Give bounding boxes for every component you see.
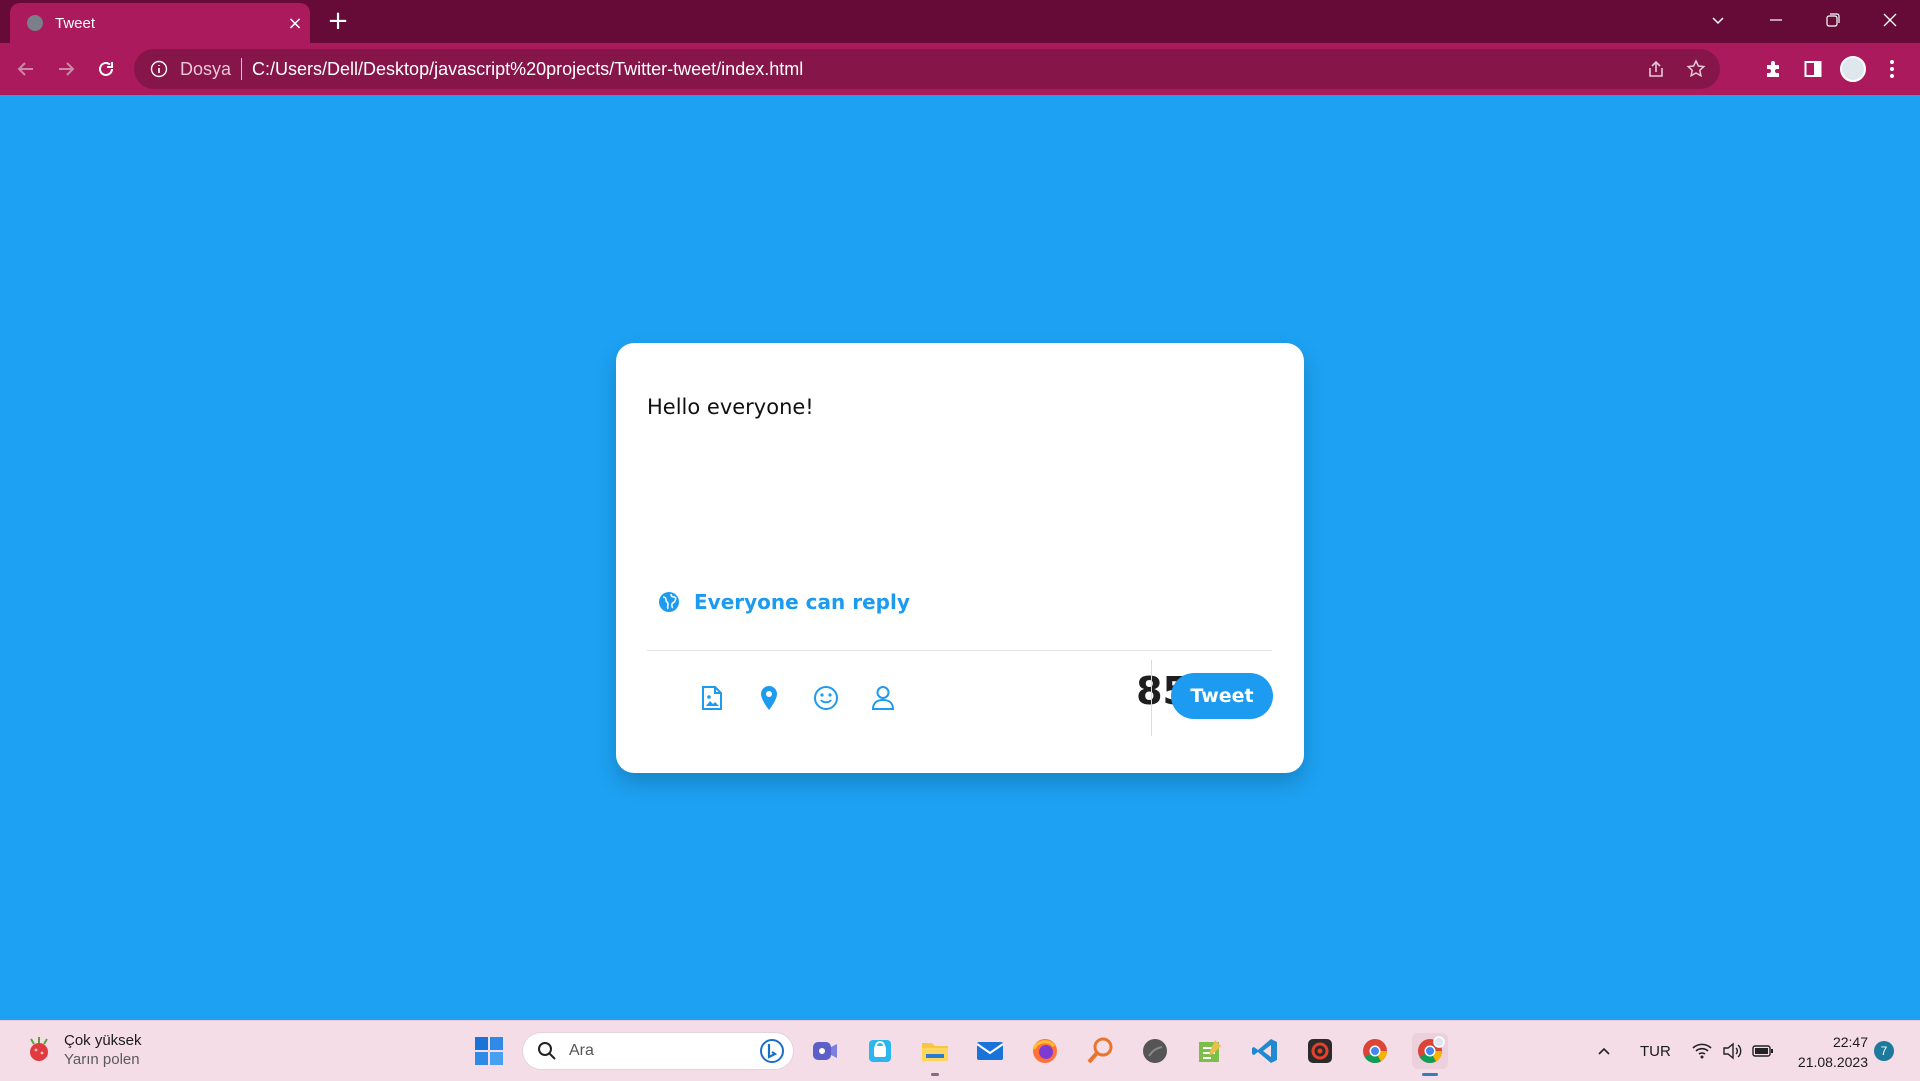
avatar bbox=[1840, 56, 1866, 82]
bing-chat-icon[interactable] bbox=[759, 1038, 785, 1064]
new-tab-button[interactable]: + bbox=[323, 6, 353, 36]
info-icon[interactable] bbox=[150, 60, 168, 78]
reply-setting-label: Everyone can reply bbox=[694, 590, 910, 614]
chrome-profile-active-icon[interactable] bbox=[1412, 1033, 1448, 1069]
share-icon[interactable] bbox=[1636, 49, 1676, 89]
taskbar-search-input[interactable]: Ara bbox=[522, 1032, 794, 1070]
tab-strip: Tweet × + bbox=[0, 0, 1920, 43]
tray-overflow-chevron-icon[interactable] bbox=[1596, 1021, 1612, 1081]
browser-menu-icon[interactable] bbox=[1874, 51, 1910, 87]
forward-arrow-icon[interactable] bbox=[48, 51, 84, 87]
battery-icon[interactable] bbox=[1752, 1021, 1774, 1081]
browser-toolbar: Dosya C:/Users/Dell/Desktop/javascript%2… bbox=[0, 43, 1920, 95]
tab-title: Tweet bbox=[55, 14, 96, 32]
address-url[interactable]: C:/Users/Dell/Desktop/javascript%20proje… bbox=[252, 59, 1636, 80]
side-panel-icon[interactable] bbox=[1795, 51, 1831, 87]
counter-divider bbox=[1151, 660, 1152, 736]
restore-icon[interactable] bbox=[1805, 0, 1861, 40]
minimize-icon[interactable] bbox=[1748, 0, 1804, 40]
notification-badge[interactable]: 7 bbox=[1874, 1041, 1894, 1061]
reload-icon[interactable] bbox=[88, 51, 124, 87]
wifi-icon[interactable] bbox=[1692, 1021, 1712, 1081]
extensions-puzzle-icon[interactable] bbox=[1755, 51, 1791, 87]
globe-icon bbox=[659, 592, 679, 612]
tweet-text-input[interactable]: Hello everyone! bbox=[647, 395, 1267, 545]
weather-widget[interactable]: Çok yüksek Yarın polen bbox=[24, 1031, 142, 1069]
globe-favicon-icon bbox=[27, 15, 43, 31]
vscode-icon[interactable] bbox=[1247, 1033, 1283, 1069]
composer-divider bbox=[647, 650, 1272, 651]
tweet-composer-card: Hello everyone! Everyone can reply 85 Tw… bbox=[616, 343, 1304, 773]
back-arrow-icon[interactable] bbox=[8, 51, 44, 87]
search-placeholder: Ara bbox=[569, 1042, 594, 1059]
explorer-running-indicator bbox=[931, 1073, 939, 1076]
chrome-running-indicator bbox=[1422, 1073, 1438, 1076]
address-bar[interactable]: Dosya C:/Users/Dell/Desktop/javascript%2… bbox=[134, 49, 1720, 89]
language-indicator[interactable]: TUR bbox=[1640, 1021, 1671, 1081]
address-scheme-label: Dosya bbox=[180, 58, 232, 79]
volume-icon[interactable] bbox=[1722, 1021, 1742, 1081]
pollen-flower-icon bbox=[30, 1037, 48, 1061]
file-explorer-icon[interactable] bbox=[917, 1033, 953, 1069]
start-windows-icon[interactable] bbox=[471, 1033, 507, 1069]
weather-subtitle: Yarın polen bbox=[64, 1051, 140, 1068]
profile-avatar[interactable] bbox=[1835, 51, 1871, 87]
location-icon[interactable] bbox=[752, 681, 786, 715]
chrome-icon[interactable] bbox=[1357, 1033, 1393, 1069]
browser-tab-active[interactable]: Tweet × bbox=[10, 3, 310, 43]
teams-chat-icon[interactable] bbox=[807, 1033, 843, 1069]
clock-date: 21.08.2023 bbox=[1797, 1054, 1868, 1070]
search-icon bbox=[538, 1042, 556, 1060]
weather-title: Çok yüksek bbox=[64, 1032, 142, 1049]
tweet-button[interactable]: Tweet bbox=[1171, 673, 1273, 719]
tab-search-chevron-icon[interactable] bbox=[1690, 0, 1746, 40]
close-window-icon[interactable] bbox=[1862, 0, 1918, 40]
mail-icon[interactable] bbox=[972, 1033, 1008, 1069]
gray-circle-app-icon[interactable] bbox=[1137, 1033, 1173, 1069]
taskbar-clock[interactable]: 22:47 21.08.2023 bbox=[1786, 1032, 1868, 1072]
recorder-app-icon[interactable] bbox=[1302, 1033, 1338, 1069]
bookmark-star-icon[interactable] bbox=[1676, 49, 1716, 89]
emoji-icon[interactable] bbox=[809, 681, 843, 715]
address-divider bbox=[241, 58, 243, 80]
image-icon[interactable] bbox=[695, 681, 729, 715]
clock-time: 22:47 bbox=[1832, 1034, 1868, 1050]
close-tab-icon[interactable]: × bbox=[280, 13, 310, 34]
notepad-app-icon[interactable] bbox=[1192, 1033, 1228, 1069]
firefox-icon[interactable] bbox=[1027, 1033, 1063, 1069]
taskbar: Çok yüksek Yarın polen Ara TUR 22:47 21.… bbox=[0, 1020, 1920, 1081]
magnifier-app-icon[interactable] bbox=[1082, 1033, 1118, 1069]
composer-toolbar bbox=[695, 681, 923, 715]
store-icon[interactable] bbox=[862, 1033, 898, 1069]
reply-setting[interactable]: Everyone can reply bbox=[658, 590, 910, 614]
user-icon[interactable] bbox=[866, 681, 900, 715]
